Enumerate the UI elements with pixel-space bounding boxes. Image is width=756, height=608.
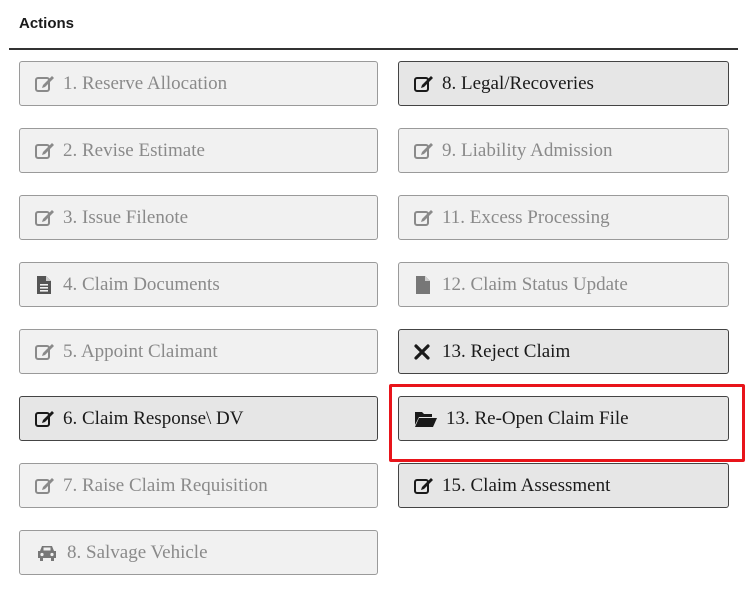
reopen-claim-file-button[interactable]: 13. Re-Open Claim File: [398, 396, 729, 441]
edit-icon: [35, 74, 57, 94]
legal-recoveries-button[interactable]: 8. Legal/Recoveries: [398, 61, 729, 106]
edit-icon: [35, 476, 57, 496]
claim-assessment-button[interactable]: 15. Claim Assessment: [398, 463, 729, 508]
edit-icon: [35, 342, 57, 362]
reopen-claim-file-label: 13. Re-Open Claim File: [446, 407, 629, 429]
liability-admission-label: 9. Liability Admission: [442, 139, 613, 161]
claim-response-dv-label: 6. Claim Response\ DV: [63, 407, 244, 429]
claim-status-update-label: 12. Claim Status Update: [442, 273, 628, 295]
edit-icon: [35, 141, 57, 161]
reject-claim-label: 13. Reject Claim: [442, 340, 571, 362]
excess-processing-label: 11. Excess Processing: [442, 206, 610, 228]
revise-estimate-button[interactable]: 2. Revise Estimate: [19, 128, 378, 173]
claim-documents-button[interactable]: 4. Claim Documents: [19, 262, 378, 307]
reject-claim-button[interactable]: 13. Reject Claim: [398, 329, 729, 374]
excess-processing-button[interactable]: 11. Excess Processing: [398, 195, 729, 240]
raise-claim-requisition-button[interactable]: 7. Raise Claim Requisition: [19, 463, 378, 508]
issue-filenote-button[interactable]: 3. Issue Filenote: [19, 195, 378, 240]
file-icon: [414, 275, 436, 295]
car-icon: [35, 543, 61, 563]
salvage-vehicle-button[interactable]: 8. Salvage Vehicle: [19, 530, 378, 575]
folder-open-icon: [414, 409, 440, 429]
edit-icon: [35, 208, 57, 228]
edit-icon: [414, 476, 436, 496]
edit-icon: [414, 208, 436, 228]
close-icon: [414, 342, 436, 362]
edit-icon: [414, 74, 436, 94]
revise-estimate-label: 2. Revise Estimate: [63, 139, 205, 161]
raise-claim-requisition-label: 7. Raise Claim Requisition: [63, 474, 268, 496]
reserve-allocation-button[interactable]: 1. Reserve Allocation: [19, 61, 378, 106]
appoint-claimant-button[interactable]: 5. Appoint Claimant: [19, 329, 378, 374]
appoint-claimant-label: 5. Appoint Claimant: [63, 340, 218, 362]
legal-recoveries-label: 8. Legal/Recoveries: [442, 72, 594, 94]
salvage-vehicle-label: 8. Salvage Vehicle: [67, 541, 208, 563]
section-divider: [9, 48, 738, 50]
edit-icon: [414, 141, 436, 161]
file-text-icon: [35, 275, 57, 295]
reserve-allocation-label: 1. Reserve Allocation: [63, 72, 228, 94]
issue-filenote-label: 3. Issue Filenote: [63, 206, 189, 228]
section-title: Actions: [19, 15, 75, 32]
edit-icon: [35, 409, 57, 429]
claim-status-update-button[interactable]: 12. Claim Status Update: [398, 262, 729, 307]
claim-assessment-label: 15. Claim Assessment: [442, 474, 611, 496]
claim-documents-label: 4. Claim Documents: [63, 273, 220, 295]
claim-response-dv-button[interactable]: 6. Claim Response\ DV: [19, 396, 378, 441]
liability-admission-button[interactable]: 9. Liability Admission: [398, 128, 729, 173]
